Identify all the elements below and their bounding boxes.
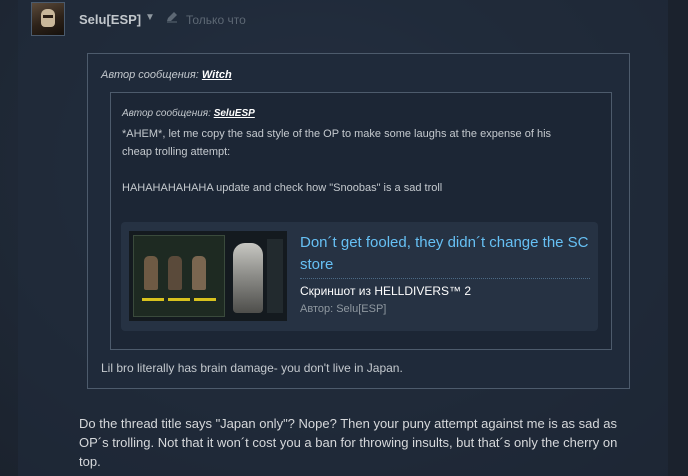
- quote-prefix: Автор сообщения:: [101, 69, 199, 81]
- page-edge: [668, 0, 688, 476]
- quote-inner: Автор сообщения: SeluESP *AHEM*, let me …: [110, 92, 612, 350]
- post-text: Do the thread title says "Japan only"? N…: [79, 416, 618, 469]
- quote-prefix: Автор сообщения:: [122, 108, 211, 119]
- avatar-image: [41, 9, 55, 27]
- quote-inner-header: Автор сообщения: SeluESP: [122, 108, 255, 119]
- pencil-icon: [167, 12, 177, 23]
- quote-outer: Автор сообщения: Witch Автор сообщения: …: [87, 53, 630, 389]
- screenshot-game: Скриншот из HELLDIVERS™ 2: [300, 284, 472, 298]
- screenshot-thumbnail[interactable]: [129, 231, 287, 321]
- byline-prefix: Автор:: [300, 303, 334, 315]
- quote-author-link[interactable]: Witch: [202, 69, 232, 81]
- thumbnail-panel: [133, 235, 225, 317]
- thumbnail-figure: [233, 243, 263, 313]
- quote-line: HAHAHAHAHAHA update and check how "Snoob…: [122, 182, 443, 194]
- quote-outer-header: Автор сообщения: Witch: [101, 69, 232, 81]
- screenshot-title-link[interactable]: Don´t get fooled, they didn´t change the…: [300, 232, 590, 279]
- quote-outer-text: Lil bro literally has brain damage- you …: [101, 361, 403, 375]
- byline-author-link[interactable]: Selu[ESP]: [336, 303, 386, 315]
- post-body: Do the thread title says "Japan only"? N…: [79, 414, 639, 471]
- quote-line: cheap trolling attempt:: [122, 146, 231, 158]
- quote-author-link[interactable]: SeluESP: [214, 108, 255, 119]
- quote-line: *AHEM*, let me copy the sad style of the…: [122, 128, 552, 140]
- screenshot-byline: Автор: Selu[ESP]: [300, 303, 386, 315]
- avatar[interactable]: [31, 2, 65, 36]
- post-author[interactable]: Selu[ESP]: [79, 12, 141, 27]
- post-timestamp: Только что: [186, 13, 246, 27]
- chevron-down-icon[interactable]: ▼: [145, 12, 155, 23]
- quote-inner-text: *AHEM*, let me copy the sad style of the…: [122, 125, 592, 197]
- screenshot-card[interactable]: Don´t get fooled, they didn´t change the…: [121, 222, 598, 331]
